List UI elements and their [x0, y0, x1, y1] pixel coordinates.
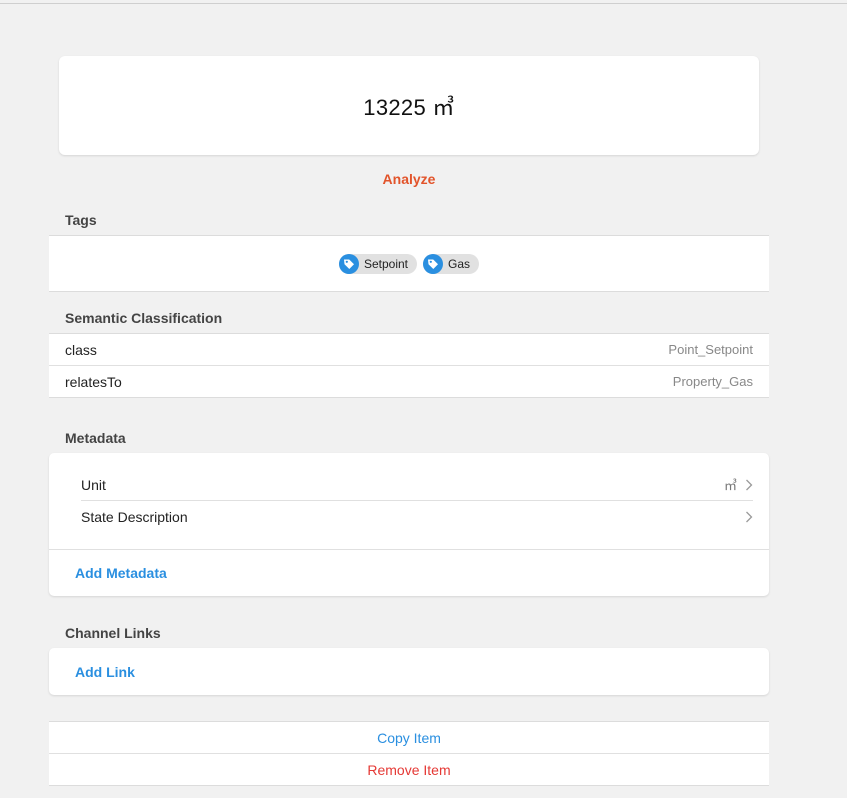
add-metadata-button[interactable]: Add Metadata	[75, 565, 167, 581]
analyze-button[interactable]: Analyze	[59, 171, 759, 187]
semantic-key: relatesTo	[65, 373, 122, 390]
copy-item-button[interactable]: Copy Item	[49, 722, 769, 753]
add-link-button[interactable]: Add Link	[75, 664, 135, 680]
metadata-row-unit[interactable]: Unit ㎥	[81, 469, 753, 501]
item-state-card: 13225 ㎥	[59, 56, 759, 155]
tag-icon	[338, 253, 359, 274]
tags-section-title: Tags	[65, 212, 97, 228]
channel-links-section-title: Channel Links	[65, 625, 161, 641]
remove-item-button[interactable]: Remove Item	[49, 753, 769, 785]
chevron-right-icon	[746, 511, 753, 522]
semantic-row-class: class Point_Setpoint	[49, 334, 769, 365]
metadata-divider	[49, 549, 769, 550]
chevron-right-icon	[746, 479, 753, 490]
tag-label: Setpoint	[363, 256, 409, 271]
semantic-value: Point_Setpoint	[668, 342, 753, 357]
semantic-list: class Point_Setpoint relatesTo Property_…	[49, 333, 769, 398]
tag-chip-gas[interactable]: Gas	[423, 253, 480, 274]
tag-label: Gas	[448, 256, 471, 271]
metadata-value: ㎥	[723, 478, 737, 493]
metadata-section-title: Metadata	[65, 430, 126, 446]
semantic-key: class	[65, 341, 97, 358]
item-actions-list: Copy Item Remove Item	[49, 721, 769, 786]
tag-chip-setpoint[interactable]: Setpoint	[338, 253, 418, 274]
tag-icon	[423, 253, 444, 274]
top-border	[0, 0, 847, 4]
metadata-row-state-description[interactable]: State Description	[81, 501, 753, 532]
channel-links-card: Add Link	[49, 648, 769, 695]
metadata-card: Unit ㎥ State Description Add Metadata	[49, 453, 769, 596]
item-state-value: 13225 ㎥	[363, 94, 455, 120]
tags-list: Setpoint Gas	[49, 235, 769, 292]
semantic-section-title: Semantic Classification	[65, 310, 223, 326]
metadata-label: Unit	[81, 476, 106, 493]
semantic-row-relates-to: relatesTo Property_Gas	[49, 365, 769, 397]
metadata-label: State Description	[81, 508, 188, 525]
semantic-value: Property_Gas	[672, 374, 753, 389]
